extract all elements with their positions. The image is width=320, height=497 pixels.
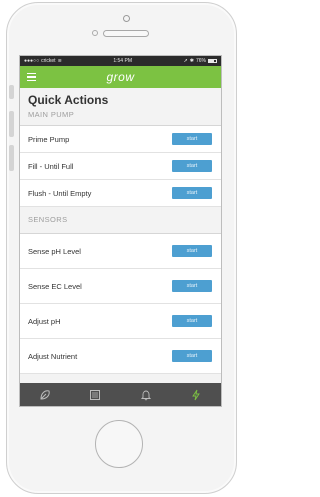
start-button-adjust-nutrient[interactable]: start xyxy=(172,350,212,362)
action-label: Sense EC Level xyxy=(28,281,82,291)
start-button-fill[interactable]: start xyxy=(172,160,212,172)
mute-switch xyxy=(9,85,14,99)
proximity-sensor xyxy=(92,30,98,36)
tab-logs[interactable] xyxy=(80,383,110,406)
action-row-flush: Flush - Until Empty start xyxy=(20,180,221,207)
start-button-adjust-ph[interactable]: start xyxy=(172,315,212,327)
action-row-fill: Fill - Until Full start xyxy=(20,153,221,180)
front-camera xyxy=(123,15,130,22)
battery-percent: 76% xyxy=(195,58,206,64)
status-left: ●●●○○ cricket ≋ xyxy=(24,58,62,64)
section-header-main-pump: MAIN PUMP xyxy=(20,107,221,126)
bluetooth-icon: ✱ xyxy=(189,58,194,64)
action-label: Flush - Until Empty xyxy=(28,188,92,198)
action-label: Prime Pump xyxy=(28,134,70,144)
tab-alerts[interactable] xyxy=(131,383,161,406)
start-button-flush[interactable]: start xyxy=(172,187,212,199)
action-label: Adjust Nutrient xyxy=(28,351,78,361)
list-icon xyxy=(90,389,101,400)
section-header-sensors: SENSORS xyxy=(20,207,221,234)
volume-up-button xyxy=(9,111,14,137)
carrier-name: cricket xyxy=(41,58,56,64)
action-label: Fill - Until Full xyxy=(28,161,74,171)
action-row-adjust-ph: Adjust pH start xyxy=(20,304,221,339)
lightning-icon xyxy=(192,389,200,400)
signal-icon: ●●●○○ xyxy=(24,58,40,64)
tab-bar xyxy=(20,383,221,406)
volume-down-button xyxy=(9,145,14,171)
tab-quick-actions[interactable] xyxy=(181,383,211,406)
app-screen: ●●●○○ cricket ≋ 1:54 PM ➚ ✱ 76% grow Qui… xyxy=(19,55,222,407)
home-button[interactable] xyxy=(95,420,143,468)
start-button-sense-ec[interactable]: start xyxy=(172,280,212,292)
wifi-icon: ≋ xyxy=(57,58,62,64)
brand-logo: grow xyxy=(106,70,135,84)
location-icon: ➚ xyxy=(183,58,188,64)
action-row-adjust-nutrient: Adjust Nutrient start xyxy=(20,339,221,374)
action-row-sense-ec: Sense EC Level start xyxy=(20,269,221,304)
battery-icon xyxy=(208,59,217,63)
page-title: Quick Actions xyxy=(28,93,109,107)
bell-icon xyxy=(140,390,151,400)
status-time: 1:54 PM xyxy=(113,58,132,64)
battery-fill xyxy=(209,60,215,62)
start-button-prime-pump[interactable]: start xyxy=(172,133,212,145)
action-row-sense-ph: Sense pH Level start xyxy=(20,234,221,269)
tab-grow[interactable] xyxy=(30,383,60,406)
action-label: Sense pH Level xyxy=(28,246,81,256)
action-label: Adjust pH xyxy=(28,316,61,326)
status-right: ➚ ✱ 76% xyxy=(184,58,217,64)
earpiece-speaker xyxy=(103,30,149,37)
app-header: grow xyxy=(20,66,221,88)
menu-icon[interactable] xyxy=(27,73,36,81)
start-button-sense-ph[interactable]: start xyxy=(172,245,212,257)
leaf-icon xyxy=(40,389,50,400)
status-bar: ●●●○○ cricket ≋ 1:54 PM ➚ ✱ 76% xyxy=(20,56,221,66)
action-row-prime-pump: Prime Pump start xyxy=(20,126,221,153)
